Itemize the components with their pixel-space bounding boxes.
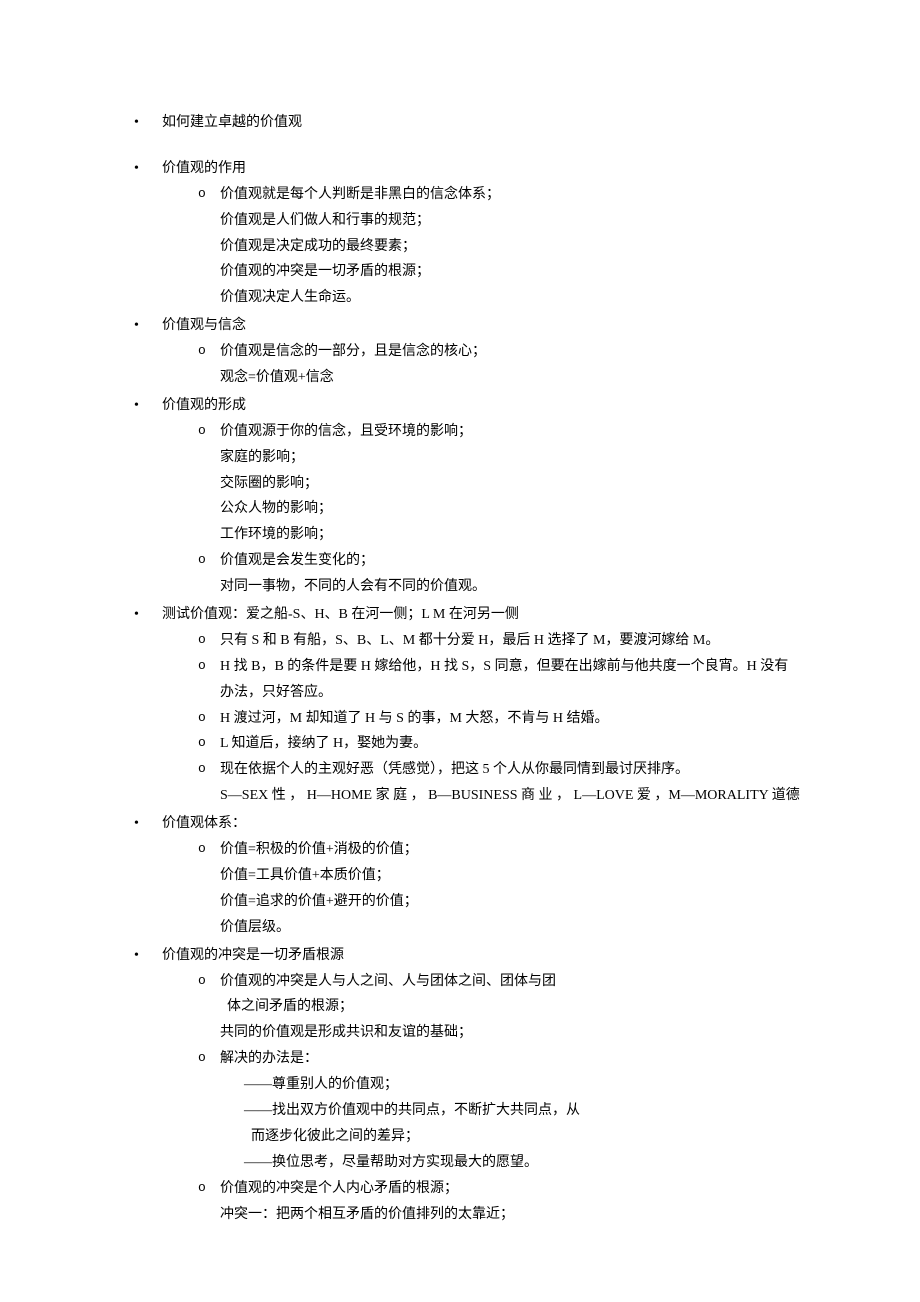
text-line: 公众人物的影响； — [220, 496, 802, 522]
section-title: 价值观的冲突是一切矛盾根源 — [162, 943, 802, 969]
section-title: 价值观与信念 — [162, 313, 802, 339]
sub-list: 价值观就是每个人判断是非黑白的信念体系；价值观是人们做人和行事的规范；价值观是决… — [162, 182, 802, 311]
text-line: 价值观是人们做人和行事的规范； — [220, 208, 802, 234]
sub-item: H 渡过河，M 却知道了 H 与 S 的事，M 大怒，不肯与 H 结婚。 — [162, 706, 802, 732]
section-title: 价值观的形成 — [162, 393, 802, 419]
sub-item: 价值观是信念的一部分，且是信念的核心；观念=价值观+信念 — [162, 339, 802, 391]
text-line: 价值观是决定成功的最终要素； — [220, 234, 802, 260]
section-item: 价值观体系：价值=积极的价值+消极的价值；价值=工具价值+本质价值；价值=追求的… — [118, 811, 802, 940]
text-line: ——尊重别人的价值观； — [244, 1072, 802, 1098]
text-line: 只有 S 和 B 有船，S、B、L、M 都十分爱 H，最后 H 选择了 M，要渡… — [220, 628, 802, 654]
text-line: ——换位思考，尽量帮助对方实现最大的愿望。 — [244, 1150, 802, 1176]
section-item: 测试价值观：爱之船-S、H、B 在河一侧；L M 在河另一侧只有 S 和 B 有… — [118, 602, 802, 809]
section-item: 价值观的作用价值观就是每个人判断是非黑白的信念体系；价值观是人们做人和行事的规范… — [118, 156, 802, 311]
sub-sub-list: ——尊重别人的价值观；——找出双方价值观中的共同点，不断扩大共同点，从 而逐步化… — [220, 1072, 802, 1176]
text-line: 价值=积极的价值+消极的价值； — [220, 837, 802, 863]
text-line: 价值=追求的价值+避开的价值； — [220, 889, 802, 915]
section-title: 如何建立卓越的价值观 — [162, 110, 802, 136]
text-line: H 渡过河，M 却知道了 H 与 S 的事，M 大怒，不肯与 H 结婚。 — [220, 706, 802, 732]
sub-item: 只有 S 和 B 有船，S、B、L、M 都十分爱 H，最后 H 选择了 M，要渡… — [162, 628, 802, 654]
sub-list: 价值=积极的价值+消极的价值；价值=工具价值+本质价值；价值=追求的价值+避开的… — [162, 837, 802, 941]
text-line: 对同一事物，不同的人会有不同的价值观。 — [220, 574, 802, 600]
section-title: 测试价值观：爱之船-S、H、B 在河一侧；L M 在河另一侧 — [162, 602, 802, 628]
sub-item: 现在依据个人的主观好恶（凭感觉），把这 5 个人从你最同情到最讨厌排序。 — [162, 757, 802, 783]
sub-sub-item: ——找出双方价值观中的共同点，不断扩大共同点，从 — [220, 1098, 802, 1124]
text-line: 价值观是会发生变化的； — [220, 548, 802, 574]
text-line: 价值=工具价值+本质价值； — [220, 863, 802, 889]
section-item: 价值观的形成价值观源于你的信念，且受环境的影响；家庭的影响；交际圈的影响；公众人… — [118, 393, 802, 600]
sub-item: 价值观就是每个人判断是非黑白的信念体系；价值观是人们做人和行事的规范；价值观是决… — [162, 182, 802, 311]
text-line: 现在依据个人的主观好恶（凭感觉），把这 5 个人从你最同情到最讨厌排序。 — [220, 757, 802, 783]
text-line: 价值观的冲突是一切矛盾的根源； — [220, 259, 802, 285]
text-line: 交际圈的影响； — [220, 471, 802, 497]
section-title: 价值观体系： — [162, 811, 802, 837]
text-line: 价值观是信念的一部分，且是信念的核心； — [220, 339, 802, 365]
sub-item: L 知道后，接纳了 H，娶她为妻。 — [162, 731, 802, 757]
text-line: 家庭的影响； — [220, 445, 802, 471]
text-line: 体之间矛盾的根源； — [220, 994, 802, 1020]
section-item: 如何建立卓越的价值观 — [118, 110, 802, 136]
text-line: H 找 B，B 的条件是要 H 嫁给他，H 找 S，S 同意，但要在出嫁前与他共… — [220, 654, 802, 706]
sub-sub-item: 而逐步化彼此之间的差异； — [220, 1124, 802, 1150]
sub-item: 价值观是会发生变化的；对同一事物，不同的人会有不同的价值观。 — [162, 548, 802, 600]
text-line: 价值观的冲突是人与人之间、人与团体之间、团体与团 — [220, 969, 802, 995]
section-item: 价值观与信念价值观是信念的一部分，且是信念的核心；观念=价值观+信念 — [118, 313, 802, 391]
section-gap — [118, 138, 802, 156]
sub-list: 价值观是信念的一部分，且是信念的核心；观念=价值观+信念 — [162, 339, 802, 391]
sub-sub-item: ——尊重别人的价值观； — [220, 1072, 802, 1098]
text-line: 共同的价值观是形成共识和友谊的基础； — [220, 1020, 802, 1046]
sub-list: 价值观源于你的信念，且受环境的影响；家庭的影响；交际圈的影响；公众人物的影响；工… — [162, 419, 802, 600]
text-line: 工作环境的影响； — [220, 522, 802, 548]
sub-item: S—SEX 性 ， H—HOME 家 庭 ， B—BUSINESS 商 业 ， … — [162, 783, 802, 809]
outline-root: 如何建立卓越的价值观价值观的作用价值观就是每个人判断是非黑白的信念体系；价值观是… — [118, 110, 802, 1227]
text-line: 价值观就是每个人判断是非黑白的信念体系； — [220, 182, 802, 208]
text-line: ——找出双方价值观中的共同点，不断扩大共同点，从 — [244, 1098, 802, 1124]
sub-list: 只有 S 和 B 有船，S、B、L、M 都十分爱 H，最后 H 选择了 M，要渡… — [162, 628, 802, 809]
text-line: S—SEX 性 ， H—HOME 家 庭 ， B—BUSINESS 商 业 ， … — [220, 783, 802, 809]
text-line: 而逐步化彼此之间的差异； — [244, 1124, 802, 1150]
text-line: 解决的办法是： — [220, 1046, 802, 1072]
sub-item: 价值观的冲突是个人内心矛盾的根源；冲突一：把两个相互矛盾的价值排列的太靠近； — [162, 1176, 802, 1228]
section-title: 价值观的作用 — [162, 156, 802, 182]
sub-sub-item: ——换位思考，尽量帮助对方实现最大的愿望。 — [220, 1150, 802, 1176]
text-line: 价值层级。 — [220, 915, 802, 941]
text-line: 冲突一：把两个相互矛盾的价值排列的太靠近； — [220, 1202, 802, 1228]
sub-list: 价值观的冲突是人与人之间、人与团体之间、团体与团 体之间矛盾的根源；共同的价值观… — [162, 969, 802, 1228]
text-line: 价值观的冲突是个人内心矛盾的根源； — [220, 1176, 802, 1202]
text-line: 价值观源于你的信念，且受环境的影响； — [220, 419, 802, 445]
text-line: 观念=价值观+信念 — [220, 365, 802, 391]
sub-item: 价值=积极的价值+消极的价值；价值=工具价值+本质价值；价值=追求的价值+避开的… — [162, 837, 802, 941]
sub-item: 解决的办法是：——尊重别人的价值观；——找出双方价值观中的共同点，不断扩大共同点… — [162, 1046, 802, 1175]
text-line: 价值观决定人生命运。 — [220, 285, 802, 311]
sub-item: 价值观源于你的信念，且受环境的影响；家庭的影响；交际圈的影响；公众人物的影响；工… — [162, 419, 802, 548]
sub-item: H 找 B，B 的条件是要 H 嫁给他，H 找 S，S 同意，但要在出嫁前与他共… — [162, 654, 802, 706]
sub-item: 价值观的冲突是人与人之间、人与团体之间、团体与团 体之间矛盾的根源；共同的价值观… — [162, 969, 802, 1047]
section-item: 价值观的冲突是一切矛盾根源价值观的冲突是人与人之间、人与团体之间、团体与团 体之… — [118, 943, 802, 1228]
text-line: L 知道后，接纳了 H，娶她为妻。 — [220, 731, 802, 757]
